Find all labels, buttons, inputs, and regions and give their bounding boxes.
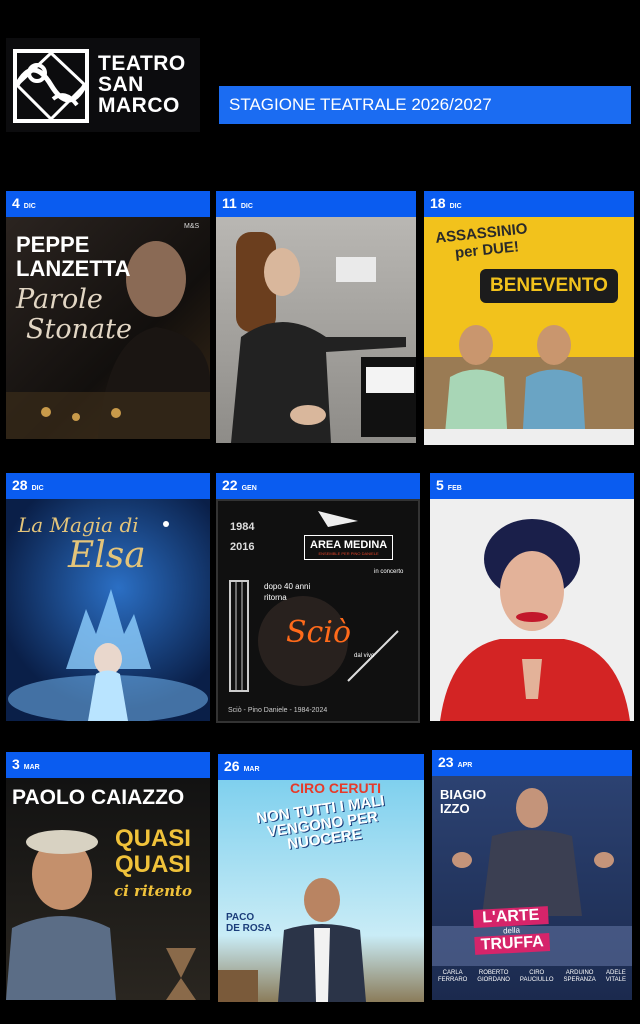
event-date: 28 DIC [6,473,210,499]
event-month: GEN [241,485,257,492]
theatre-logo: TEATRO SAN MARCO [6,38,200,132]
theatre-name: TEATRO SAN MARCO [98,52,186,117]
poster-cast: CARLA FERRARO ROBERTO GIORDANO CIRO PAUCIUL… [438,970,626,983]
poster-title: Parole Stonate [16,284,132,345]
event-card-4[interactable]: 28 DIC La Magia di Elsa [6,473,210,721]
performer-portrait [440,519,630,721]
event-card-9[interactable]: 23 APR BIAGIO IZZO L'ARTE della TRUFFA CA… [432,750,632,1000]
event-poster [216,217,416,443]
poster-live: dal vivo [354,653,375,659]
event-month: APR [457,762,473,769]
event-month: FEB [447,485,462,492]
theatre-logo-mark-icon [13,49,89,123]
event-card-7[interactable]: 3 MAR PAOLO CAIAZZO QUASI QUASI ci ritent… [6,752,210,1000]
event-date: 11 DIC [216,191,416,217]
poster-brand: M&S [184,223,200,230]
event-day: 23 [438,754,454,770]
event-poster: PAOLO CAIAZZO QUASI QUASI ci ritento [6,778,210,1000]
event-day: 11 [222,195,237,211]
event-card-1[interactable]: 4 DIC M&S PEPPE LANZETTA Parole Stonate [6,191,210,439]
event-day: 3 [12,756,20,772]
event-date: 22 GEN [216,473,420,499]
event-poster: CIRO CERUTI NON TUTTI I MALI VENGONO PER N… [218,780,424,1002]
pianist-photo [231,232,416,443]
event-date: 26 MAR [218,754,424,780]
poster-years: 1984 2016 [230,521,255,553]
event-card-3[interactable]: 18 DIC ASSASSINIO per DUE! BENEVENTO [424,191,634,445]
poster-band: AREA MEDINA ENSEMBLE PER PINO DANIELE [304,535,394,560]
event-card-6[interactable]: 5 FEB [430,473,634,721]
season-title-banner: STAGIONE TEATRALE 2026/2027 [219,86,631,124]
poster-performer: PEPPE LANZETTA [16,232,131,281]
poster-concert: in concerto [374,569,404,575]
event-day: 4 [12,195,20,211]
event-poster: BIAGIO IZZO L'ARTE della TRUFFA CARLA FERR… [432,776,632,1000]
poster-footer: Sciò - Pino Daniele - 1984-2024 [228,707,328,714]
poster-title: QUASI QUASI ci ritento [114,825,192,901]
poster-title: L'ARTE della TRUFFA [472,906,551,955]
poster-title: Sciò [286,615,352,650]
event-date: 23 APR [432,750,632,776]
event-month: DIC [240,203,253,210]
event-card-8[interactable]: 26 MAR CIRO CERUTI NON TUTTI I MALI VENGO… [218,754,424,1002]
event-poster: La Magia di Elsa [6,499,210,721]
event-month: MAR [23,764,40,771]
event-day: 28 [12,477,28,493]
poster-after: dopo 40 anni ritorna [264,582,311,602]
event-day: 18 [430,195,446,211]
event-month: DIC [31,485,44,492]
poster-title: La Magia di Elsa [18,513,146,576]
event-date: 4 DIC [6,191,210,217]
event-card-2[interactable]: 11 DIC [216,191,416,443]
performers-photo [424,325,634,445]
event-card-5[interactable]: 22 GEN 1984 2016 AREA MEDINA ENSEMBLE PER… [216,473,420,723]
event-month: DIC [23,203,36,210]
performer-photo [432,788,632,966]
event-date: 5 FEB [430,473,634,499]
performer-photo [218,878,366,1002]
event-poster: M&S PEPPE LANZETTA Parole Stonate [6,217,210,439]
event-date: 3 MAR [6,752,210,778]
event-day: 5 [436,477,444,493]
event-month: MAR [243,766,260,773]
event-day: 22 [222,477,238,493]
event-month: DIC [449,203,462,210]
event-poster [430,499,634,721]
event-date: 18 DIC [424,191,634,217]
event-poster: ASSASSINIO per DUE! BENEVENTO [424,217,634,445]
event-poster: 1984 2016 AREA MEDINA ENSEMBLE PER PINO D… [216,499,420,723]
event-day: 26 [224,758,240,774]
